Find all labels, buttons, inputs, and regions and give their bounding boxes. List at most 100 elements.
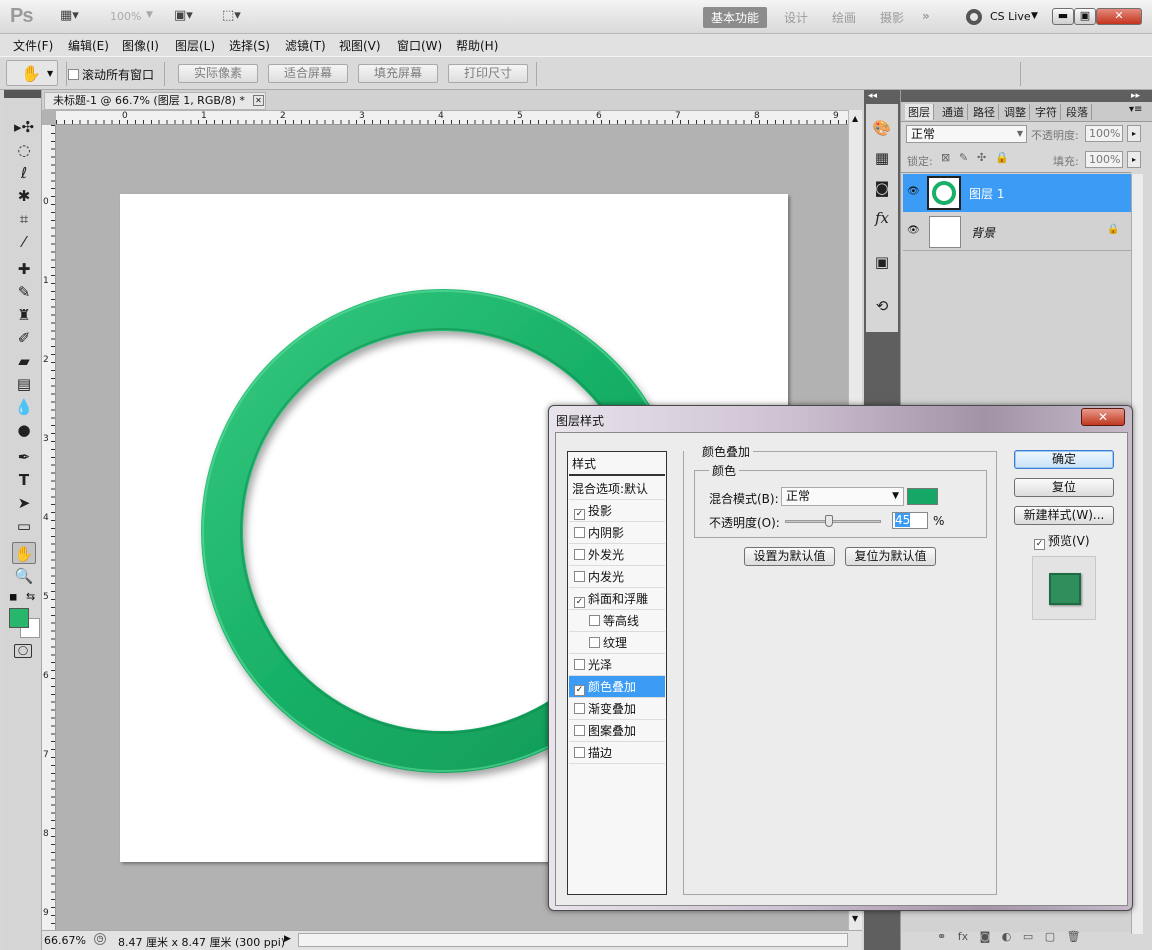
blur-tool-icon[interactable]: 💧 <box>12 396 36 418</box>
checkbox-icon[interactable] <box>574 725 585 736</box>
visibility-eye-icon[interactable]: 👁 <box>907 186 920 197</box>
lock-transparent-icon[interactable]: ⊠ <box>941 151 950 164</box>
document-tab[interactable]: 未标题-1 @ 66.7% (图层 1, RGB/8) * ✕ <box>44 92 266 110</box>
style-item[interactable]: 内阴影 <box>569 522 665 544</box>
menu-image[interactable]: 图像(I) <box>122 37 159 54</box>
style-item[interactable]: 等高线 <box>569 610 665 632</box>
zoom-tool-icon[interactable]: 🔍 <box>12 565 36 587</box>
lasso-tool-icon[interactable]: ℓ <box>12 162 36 184</box>
style-item[interactable]: ✓ 投影 <box>569 500 665 522</box>
layer-row-background[interactable]: 👁 背景 🔒 <box>903 213 1131 251</box>
quick-mask-icon[interactable]: ◯ <box>14 644 32 658</box>
reset-button[interactable]: 复位 <box>1014 478 1114 497</box>
healing-brush-icon[interactable]: ✚ <box>12 258 36 280</box>
tab-paths[interactable]: 路径 <box>970 104 999 120</box>
menu-file[interactable]: 文件(F) <box>13 37 53 54</box>
tab-paragraph[interactable]: 段落 <box>1063 104 1092 120</box>
style-item[interactable]: 图案叠加 <box>569 720 665 742</box>
checkbox-checked-icon[interactable]: ✓ <box>574 597 585 608</box>
swatches-icon[interactable]: 🎨 <box>872 118 892 138</box>
layer-opacity-input[interactable]: 100% <box>1085 125 1123 142</box>
image-icon[interactable]: ▣ <box>872 252 892 272</box>
style-item[interactable]: ✓ 颜色叠加 <box>569 676 665 698</box>
lock-all-icon[interactable]: 🔒 <box>995 151 1009 164</box>
styles-header[interactable]: 样式 <box>569 452 665 476</box>
masks-icon[interactable]: ◙ <box>872 178 892 198</box>
checkbox-checked-icon[interactable]: ✓ <box>574 685 585 696</box>
move-tool-icon[interactable]: ▸✣ <box>12 116 36 138</box>
history-icon[interactable]: ⟲ <box>872 296 892 316</box>
styles-icon[interactable]: fx <box>872 208 892 228</box>
cs-live-dropdown-icon[interactable]: ▼ <box>1031 11 1038 21</box>
blend-options-item[interactable]: 混合选项:默认 <box>569 478 665 500</box>
clone-stamp-icon[interactable]: ♜ <box>12 304 36 326</box>
maximize-icon[interactable]: ▣ <box>1074 8 1096 25</box>
brush-tool-icon[interactable]: ✎ <box>12 281 36 303</box>
crop-tool-icon[interactable]: ⌗ <box>12 208 36 230</box>
close-icon[interactable]: ✕ <box>1096 8 1142 25</box>
overlay-opacity-input[interactable]: 45 <box>892 512 928 529</box>
checkbox-icon[interactable] <box>574 747 585 758</box>
tab-channels[interactable]: 通道 <box>939 104 968 120</box>
history-brush-icon[interactable]: ✐ <box>12 327 36 349</box>
blend-mode-select[interactable]: 正常 ▼ <box>906 125 1027 143</box>
menu-edit[interactable]: 编辑(E) <box>68 37 109 54</box>
layer-name[interactable]: 图层 1 <box>969 185 1004 202</box>
default-colors-icon[interactable]: ◼ <box>9 592 17 603</box>
checkbox-icon[interactable] <box>589 615 600 626</box>
print-size-button[interactable]: 打印尺寸 <box>448 64 528 83</box>
tool-preset-picker[interactable]: ✋ ▼ <box>6 60 58 86</box>
workspace-photo[interactable]: 摄影 <box>872 7 912 28</box>
checkbox-icon[interactable] <box>574 527 585 538</box>
lock-position-icon[interactable]: ✣ <box>977 151 986 164</box>
bridge-icon[interactable]: ▦▾ <box>60 8 79 26</box>
scroll-up-icon[interactable]: ▲ <box>852 114 858 123</box>
style-item[interactable]: 渐变叠加 <box>569 698 665 720</box>
zoom-dropdown-icon[interactable]: ▼ <box>146 10 153 20</box>
horizontal-ruler[interactable]: 0 1 2 3 4 5 6 7 8 9 <box>56 111 848 125</box>
arrange-documents-icon[interactable]: ▣▾ <box>174 8 193 26</box>
panel-menu-icon[interactable]: ▾≡ <box>1129 104 1142 115</box>
swap-colors-icon[interactable]: ⇆ <box>26 590 35 603</box>
menu-help[interactable]: 帮助(H) <box>456 37 498 54</box>
visibility-eye-icon[interactable]: 👁 <box>907 225 920 236</box>
dodge-tool-icon[interactable]: ● <box>12 419 36 441</box>
checkbox-icon[interactable] <box>574 659 585 670</box>
collapse-dock-icon[interactable]: ◂◂ <box>868 91 877 101</box>
checkbox-icon[interactable] <box>574 549 585 560</box>
status-zoom[interactable]: 66.67% <box>44 934 86 947</box>
overlay-color-swatch[interactable] <box>907 488 938 505</box>
layer-fill-input[interactable]: 100% <box>1085 151 1123 168</box>
menu-filter[interactable]: 滤镜(T) <box>285 37 326 54</box>
zoom-level[interactable]: 100% <box>110 10 141 23</box>
layer-name[interactable]: 背景 <box>971 224 995 241</box>
fit-screen-button[interactable]: 适合屏幕 <box>268 64 348 83</box>
lock-image-icon[interactable]: ✎ <box>959 151 968 164</box>
workspace-design[interactable]: 设计 <box>776 7 816 28</box>
grid-icon[interactable]: ▦ <box>872 148 892 168</box>
close-document-icon[interactable]: ✕ <box>253 95 264 106</box>
opacity-slider-icon[interactable]: ▸ <box>1127 125 1141 142</box>
status-menu-icon[interactable]: ▶ <box>284 934 291 944</box>
gradient-tool-icon[interactable]: ▤ <box>12 373 36 395</box>
menu-window[interactable]: 窗口(W) <box>397 37 442 54</box>
eyedropper-icon[interactable]: ⁄ <box>12 231 36 253</box>
menu-select[interactable]: 选择(S) <box>229 37 270 54</box>
screen-mode-icon[interactable]: ⬚▾ <box>222 8 241 26</box>
eraser-tool-icon[interactable]: ▰ <box>12 350 36 372</box>
tab-layers[interactable]: 图层 <box>905 104 934 120</box>
quick-selection-icon[interactable]: ✱ <box>12 185 36 207</box>
vertical-ruler[interactable]: 0 1 2 3 4 5 6 7 8 9 <box>42 125 56 931</box>
preview-checkbox[interactable]: ✓ 预览(V) <box>1034 532 1090 550</box>
style-item[interactable]: ✓ 斜面和浮雕 <box>569 588 665 610</box>
slider-thumb-icon[interactable] <box>825 515 834 527</box>
style-item[interactable]: 外发光 <box>569 544 665 566</box>
scroll-down-icon[interactable]: ▼ <box>852 914 858 923</box>
overlay-opacity-slider[interactable] <box>785 515 881 527</box>
ok-button[interactable]: 确定 <box>1014 450 1114 469</box>
minimize-icon[interactable]: ▬ <box>1052 8 1074 25</box>
workspace-paint[interactable]: 绘画 <box>824 7 864 28</box>
fill-screen-button[interactable]: 填充屏幕 <box>358 64 438 83</box>
horizontal-scrollbar[interactable] <box>298 933 848 947</box>
menu-layer[interactable]: 图层(L) <box>175 37 215 54</box>
